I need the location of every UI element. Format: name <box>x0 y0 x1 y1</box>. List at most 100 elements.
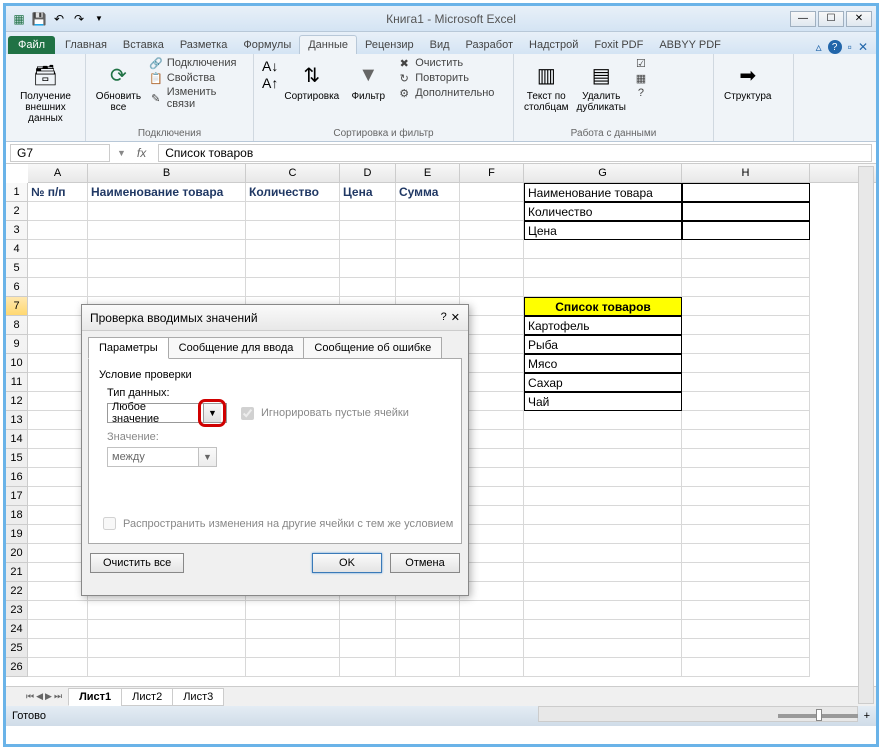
cell[interactable] <box>28 221 88 240</box>
cell[interactable] <box>524 582 682 601</box>
vertical-scrollbar[interactable] <box>858 166 874 704</box>
cell[interactable] <box>682 658 810 677</box>
dialog-help-icon[interactable]: ? <box>441 311 447 324</box>
maximize-button[interactable]: ☐ <box>818 11 844 27</box>
last-sheet-icon[interactable]: ⏭ <box>54 691 62 702</box>
cell[interactable]: Цена <box>524 221 682 240</box>
cell[interactable] <box>28 316 88 335</box>
type-dropdown-icon[interactable]: ▼ <box>203 404 221 422</box>
cell[interactable] <box>28 525 88 544</box>
row-header[interactable]: 5 <box>6 259 28 278</box>
cell[interactable] <box>88 639 246 658</box>
cell[interactable] <box>460 525 524 544</box>
cell[interactable] <box>340 601 396 620</box>
cell[interactable] <box>682 240 810 259</box>
dialog-titlebar[interactable]: Проверка вводимых значений ? ✕ <box>82 305 468 331</box>
cell[interactable]: Картофель <box>524 316 682 335</box>
fx-icon[interactable]: fx <box>129 146 154 160</box>
cell[interactable] <box>524 449 682 468</box>
cell[interactable] <box>28 259 88 278</box>
cell[interactable]: Чай <box>524 392 682 411</box>
cell[interactable] <box>246 639 340 658</box>
cell[interactable] <box>28 620 88 639</box>
cell[interactable] <box>88 601 246 620</box>
cell[interactable] <box>460 316 524 335</box>
file-tab[interactable]: Файл <box>8 36 55 54</box>
cell[interactable] <box>524 487 682 506</box>
cell[interactable]: Наименование товара <box>88 183 246 202</box>
row-header[interactable]: 15 <box>6 449 28 468</box>
row-header[interactable]: 14 <box>6 430 28 449</box>
ribbon-minimize-icon[interactable]: ▵ <box>816 40 822 54</box>
row-header[interactable]: 16 <box>6 468 28 487</box>
save-icon[interactable]: 💾 <box>30 10 48 28</box>
cell[interactable]: Цена <box>340 183 396 202</box>
row-header[interactable]: 8 <box>6 316 28 335</box>
doc-restore-icon[interactable]: ▫ <box>848 40 852 54</box>
cell[interactable]: Сумма <box>396 183 460 202</box>
clear-all-button[interactable]: Очистить все <box>90 553 184 573</box>
cell[interactable] <box>682 297 810 316</box>
cell[interactable] <box>396 620 460 639</box>
cell[interactable] <box>460 335 524 354</box>
row-header[interactable]: 1 <box>6 183 28 202</box>
clear-filter-button[interactable]: ✖Очистить <box>397 56 494 70</box>
cell[interactable] <box>340 639 396 658</box>
ok-button[interactable]: OK <box>312 553 382 573</box>
filter-button[interactable]: ▼ Фильтр <box>343 56 393 139</box>
cell[interactable] <box>460 373 524 392</box>
cell[interactable] <box>28 240 88 259</box>
qat-dropdown-icon[interactable]: ▼ <box>90 10 108 28</box>
cell[interactable] <box>460 449 524 468</box>
cell[interactable] <box>460 468 524 487</box>
properties-button[interactable]: 📋Свойства <box>149 71 247 85</box>
zoom-slider[interactable] <box>778 714 858 718</box>
cell[interactable] <box>524 563 682 582</box>
cell[interactable] <box>340 620 396 639</box>
first-sheet-icon[interactable]: ⏮ <box>26 691 34 702</box>
row-header[interactable]: 23 <box>6 601 28 620</box>
consolidate-button[interactable]: ▦ <box>634 71 648 85</box>
sort-desc-icon[interactable]: A↑ <box>262 75 278 91</box>
external-data-button[interactable]: 🗃 Получение внешних данных <box>12 56 79 139</box>
cell[interactable]: Рыба <box>524 335 682 354</box>
connections-button[interactable]: 🔗Подключения <box>149 56 247 70</box>
cell[interactable] <box>28 392 88 411</box>
tab-layout[interactable]: Разметка <box>172 36 236 54</box>
cell[interactable] <box>682 582 810 601</box>
cell[interactable] <box>28 601 88 620</box>
row-header[interactable]: 24 <box>6 620 28 639</box>
name-box[interactable]: G7 <box>10 144 110 162</box>
cell[interactable] <box>524 259 682 278</box>
cell[interactable] <box>682 259 810 278</box>
cell[interactable] <box>524 639 682 658</box>
cell[interactable] <box>28 544 88 563</box>
tab-data[interactable]: Данные <box>299 35 357 54</box>
cell[interactable] <box>246 259 340 278</box>
cell[interactable] <box>460 259 524 278</box>
sort-asc-icon[interactable]: A↓ <box>262 58 278 74</box>
cell[interactable] <box>682 221 810 240</box>
cell[interactable] <box>524 240 682 259</box>
cell[interactable] <box>340 221 396 240</box>
cell[interactable] <box>88 620 246 639</box>
cell[interactable] <box>682 430 810 449</box>
tab-home[interactable]: Главная <box>57 36 115 54</box>
close-button[interactable]: ✕ <box>846 11 872 27</box>
cell[interactable] <box>246 278 340 297</box>
cell[interactable] <box>460 658 524 677</box>
cell[interactable] <box>28 411 88 430</box>
cancel-button[interactable]: Отмена <box>390 553 460 573</box>
cell[interactable] <box>524 278 682 297</box>
tab-addins[interactable]: Надстрой <box>521 36 586 54</box>
cell[interactable] <box>682 449 810 468</box>
row-header[interactable]: 18 <box>6 506 28 525</box>
cell[interactable] <box>682 639 810 658</box>
outline-button[interactable]: ➡ Структура <box>720 56 775 139</box>
cell[interactable] <box>246 620 340 639</box>
undo-icon[interactable]: ↶ <box>50 10 68 28</box>
cell[interactable] <box>28 278 88 297</box>
cell[interactable] <box>340 278 396 297</box>
cell[interactable] <box>460 601 524 620</box>
tab-abbyy[interactable]: ABBYY PDF <box>651 36 729 54</box>
